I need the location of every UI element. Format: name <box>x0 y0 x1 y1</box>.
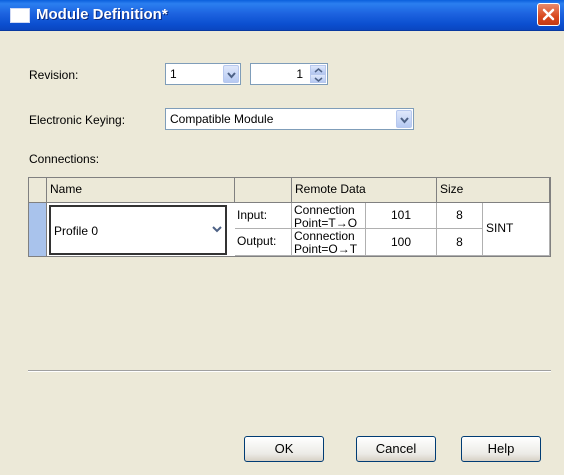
close-icon <box>542 8 555 21</box>
separator <box>28 370 551 372</box>
column-header-remote-data[interactable]: Remote Data <box>292 178 437 203</box>
column-header-name[interactable]: Name <box>47 178 235 203</box>
cancel-button[interactable]: Cancel <box>356 436 436 462</box>
revision-minor-value: 1 <box>296 67 303 81</box>
spinner-down-icon[interactable] <box>310 74 326 83</box>
window-title: Module Definition* <box>36 6 168 23</box>
row-header-corner <box>29 178 47 203</box>
chevron-down-icon[interactable] <box>396 110 412 128</box>
revision-major-value: 1 <box>170 67 177 81</box>
keying-label: Electronic Keying: <box>29 113 126 127</box>
keying-value: Compatible Module <box>170 112 274 126</box>
input-label: Input: <box>235 203 292 229</box>
connection-name-value: Profile 0 <box>54 224 99 238</box>
chevron-down-icon[interactable] <box>223 65 239 83</box>
output-size-value[interactable]: 8 <box>437 229 483 256</box>
column-header-blank[interactable] <box>235 178 292 203</box>
column-header-size[interactable]: Size <box>437 178 550 203</box>
ok-button[interactable]: OK <box>244 436 324 462</box>
title-bar[interactable]: Module Definition* <box>0 0 564 31</box>
output-remote-data[interactable]: Connection Point=O→T <box>292 229 366 256</box>
output-label: Output: <box>235 229 292 256</box>
row-selector[interactable] <box>29 203 47 256</box>
keying-select[interactable]: Compatible Module <box>165 108 414 130</box>
revision-major-select[interactable]: 1 <box>165 63 241 85</box>
data-type-value[interactable]: SINT <box>483 203 550 256</box>
revision-label: Revision: <box>29 68 79 82</box>
window-icon <box>10 8 30 23</box>
output-point-value[interactable]: 100 <box>366 229 437 256</box>
revision-minor-spinner[interactable]: 1 <box>250 63 328 85</box>
connections-grid[interactable]: Name Remote Data Size Profile 0 Input: C… <box>28 177 551 257</box>
help-button[interactable]: Help <box>461 436 541 462</box>
chevron-down-icon[interactable] <box>209 207 225 253</box>
input-size-value[interactable]: 8 <box>437 203 483 229</box>
connection-name-select[interactable]: Profile 0 <box>49 205 227 255</box>
connections-label: Connections: <box>29 152 100 166</box>
input-remote-data[interactable]: Connection Point=T→O <box>292 203 366 229</box>
spinner-up-icon[interactable] <box>310 65 326 74</box>
input-point-value[interactable]: 101 <box>366 203 437 229</box>
close-button[interactable] <box>537 3 560 26</box>
